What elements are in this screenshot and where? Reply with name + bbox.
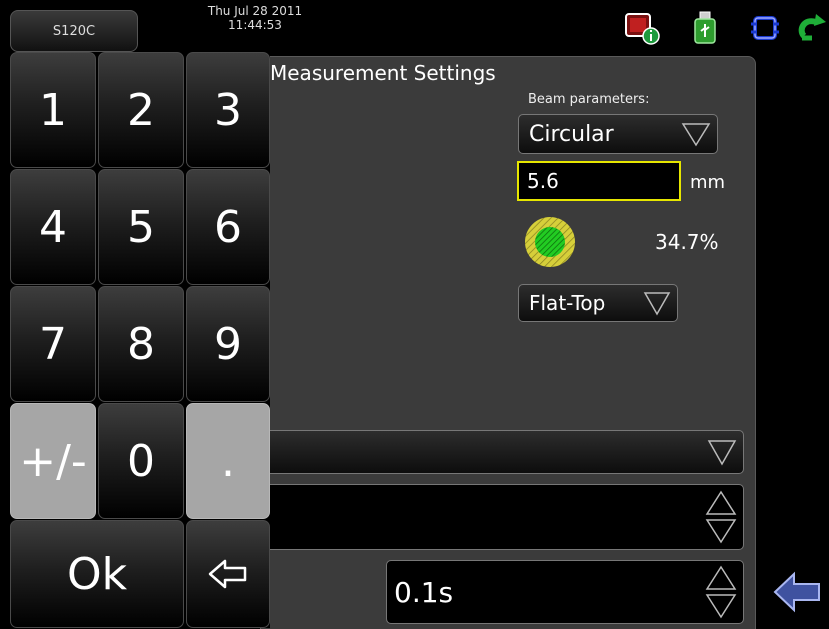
diameter-unit: mm bbox=[690, 172, 726, 193]
backspace-icon bbox=[208, 559, 247, 589]
device-button[interactable]: S120C bbox=[10, 10, 138, 52]
key-decimal[interactable]: . bbox=[186, 403, 270, 519]
beam-shape-dropdown[interactable]: Circular bbox=[518, 114, 718, 154]
beam-diameter-input[interactable]: 5.6 bbox=[517, 161, 681, 201]
spinner-arrows-icon[interactable] bbox=[705, 488, 737, 546]
key-8[interactable]: 8 bbox=[98, 286, 184, 402]
beam-profile-value: Flat-Top bbox=[529, 291, 606, 315]
display-info-icon[interactable] bbox=[624, 10, 662, 46]
chevron-down-icon bbox=[707, 440, 737, 466]
key-3[interactable]: 3 bbox=[186, 52, 270, 168]
chevron-down-icon bbox=[643, 292, 671, 316]
panel-title: Measurement Settings bbox=[270, 61, 496, 85]
chevron-down-icon bbox=[681, 123, 711, 147]
key-0[interactable]: 0 bbox=[98, 403, 184, 519]
usb-icon[interactable] bbox=[692, 10, 718, 46]
datetime: Thu Jul 28 2011 11:44:53 bbox=[190, 4, 320, 32]
numeric-keypad: 1 2 3 4 5 6 7 8 9 +/- 0 . Ok bbox=[10, 52, 270, 628]
beam-profile-dropdown[interactable]: Flat-Top bbox=[518, 284, 678, 322]
date-text: Thu Jul 28 2011 bbox=[207, 4, 303, 18]
device-label: S120C bbox=[52, 23, 96, 39]
key-1[interactable]: 1 bbox=[10, 52, 96, 168]
key-plus-minus[interactable]: +/- bbox=[10, 403, 96, 519]
ok-button[interactable]: Ok bbox=[10, 520, 184, 628]
setting-dropdown[interactable] bbox=[262, 430, 744, 474]
spinner-arrows-icon[interactable] bbox=[705, 563, 737, 621]
back-arrow-icon[interactable] bbox=[772, 570, 822, 614]
key-6[interactable]: 6 bbox=[186, 169, 270, 285]
beam-shape-value: Circular bbox=[529, 121, 614, 147]
beam-profile-icon bbox=[525, 217, 575, 267]
key-7[interactable]: 7 bbox=[10, 286, 96, 402]
key-9[interactable]: 9 bbox=[186, 286, 270, 402]
coverage-percent: 34.7% bbox=[655, 230, 719, 254]
key-5[interactable]: 5 bbox=[98, 169, 184, 285]
connection-icon[interactable] bbox=[748, 10, 782, 46]
key-2[interactable]: 2 bbox=[98, 52, 184, 168]
averaging-time-value: 0.1s bbox=[394, 576, 454, 609]
backspace-button[interactable] bbox=[186, 520, 270, 628]
setting-spinner[interactable] bbox=[262, 484, 744, 550]
key-4[interactable]: 4 bbox=[10, 169, 96, 285]
refresh-icon[interactable] bbox=[796, 10, 829, 46]
time-text: 11:44:53 bbox=[228, 18, 282, 32]
beam-parameters-label: Beam parameters: bbox=[528, 92, 650, 107]
